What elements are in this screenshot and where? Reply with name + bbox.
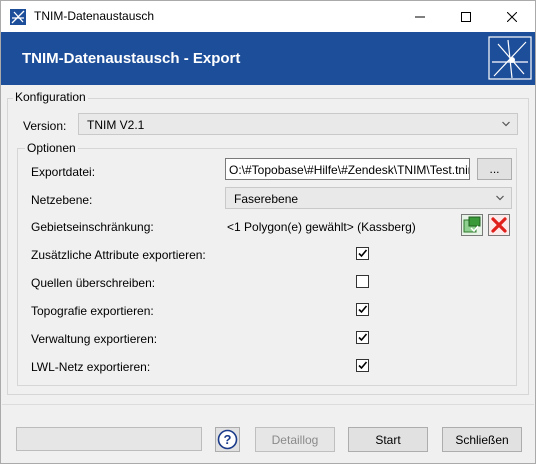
close-icon [507,11,517,22]
konfiguration-group-title: Konfiguration [13,90,88,104]
start-button-label: Start [375,432,401,447]
checkbox-label-zusatz: Zusätzliche Attribute exportieren: [31,248,206,262]
netzebene-select[interactable]: Faserebene [225,187,512,209]
checkmark-icon [358,249,368,258]
checkmark-icon [358,333,368,342]
select-polygon-button[interactable] [461,214,483,236]
close-button-label: Schließen [455,432,509,447]
maximize-button[interactable] [443,1,489,32]
exportfile-label: Exportdatei: [31,165,96,179]
gebiet-label: Gebietseinschränkung: [31,220,154,234]
netzebene-label: Netzebene: [31,193,93,207]
minimize-icon [415,16,425,17]
maximize-icon [461,11,471,22]
version-label: Version: [23,119,67,133]
start-button[interactable]: Start [348,427,428,452]
checkbox-zusatz-attribute[interactable] [356,247,369,260]
checkbox-label-topografie: Topografie exportieren: [31,304,154,318]
help-button[interactable]: ? [215,427,240,452]
exportfile-input[interactable]: O:\#Topobase\#Hilfe\#Zendesk\TNIM\Test.t… [225,158,470,180]
checkbox-label-lwl: LWL-Netz exportieren: [31,360,151,374]
minimize-button[interactable] [397,1,443,32]
checkbox-label-quellen: Quellen überschreiben: [31,276,156,290]
checkbox-verwaltung[interactable] [356,331,369,344]
checkmark-icon [358,305,368,314]
exportfile-input-value: O:\#Topobase\#Hilfe\#Zendesk\TNIM\Test.t… [229,163,470,177]
detaillog-button-label: Detaillog [271,432,319,447]
export-dialog: TNIM-Datenaustausch TNIM-Datenaustausch … [0,0,536,464]
browse-button-label: ... [489,162,500,176]
app-icon [10,9,26,25]
header-banner: TNIM-Datenaustausch - Export [1,32,535,85]
select-area-icon [463,216,481,233]
footer-divider [2,404,534,405]
optionen-group [17,148,517,386]
help-icon: ? [217,429,238,450]
close-button[interactable]: Schließen [442,427,522,452]
chevron-down-icon [496,195,504,201]
help-icon-glyph: ? [224,432,232,447]
netzebene-select-value: Faserebene [234,192,299,206]
detaillog-button[interactable]: Detaillog [255,427,335,452]
banner-title: TNIM-Datenaustausch - Export [22,50,241,67]
close-window-button[interactable] [489,1,535,32]
version-select-value: TNIM V2.1 [87,118,145,132]
checkbox-label-verwaltung: Verwaltung exportieren: [31,332,158,346]
clear-polygon-button[interactable] [488,214,510,236]
checkbox-lwl-netz[interactable] [356,359,369,372]
progress-bar [16,427,202,451]
optionen-group-title: Optionen [25,141,78,155]
chevron-down-icon [502,121,510,127]
version-select[interactable]: TNIM V2.1 [78,113,518,135]
checkbox-quellen-ueberschreiben[interactable] [356,275,369,288]
title-bar: TNIM-Datenaustausch [1,1,535,32]
checkmark-icon [358,361,368,370]
tnim-logo-icon [488,36,532,80]
browse-button[interactable]: ... [477,158,512,180]
window-title: TNIM-Datenaustausch [34,9,155,23]
delete-icon [491,217,507,233]
gebiet-value: <1 Polygon(e) gewählt> (Kassberg) [227,220,416,234]
checkbox-topografie[interactable] [356,303,369,316]
